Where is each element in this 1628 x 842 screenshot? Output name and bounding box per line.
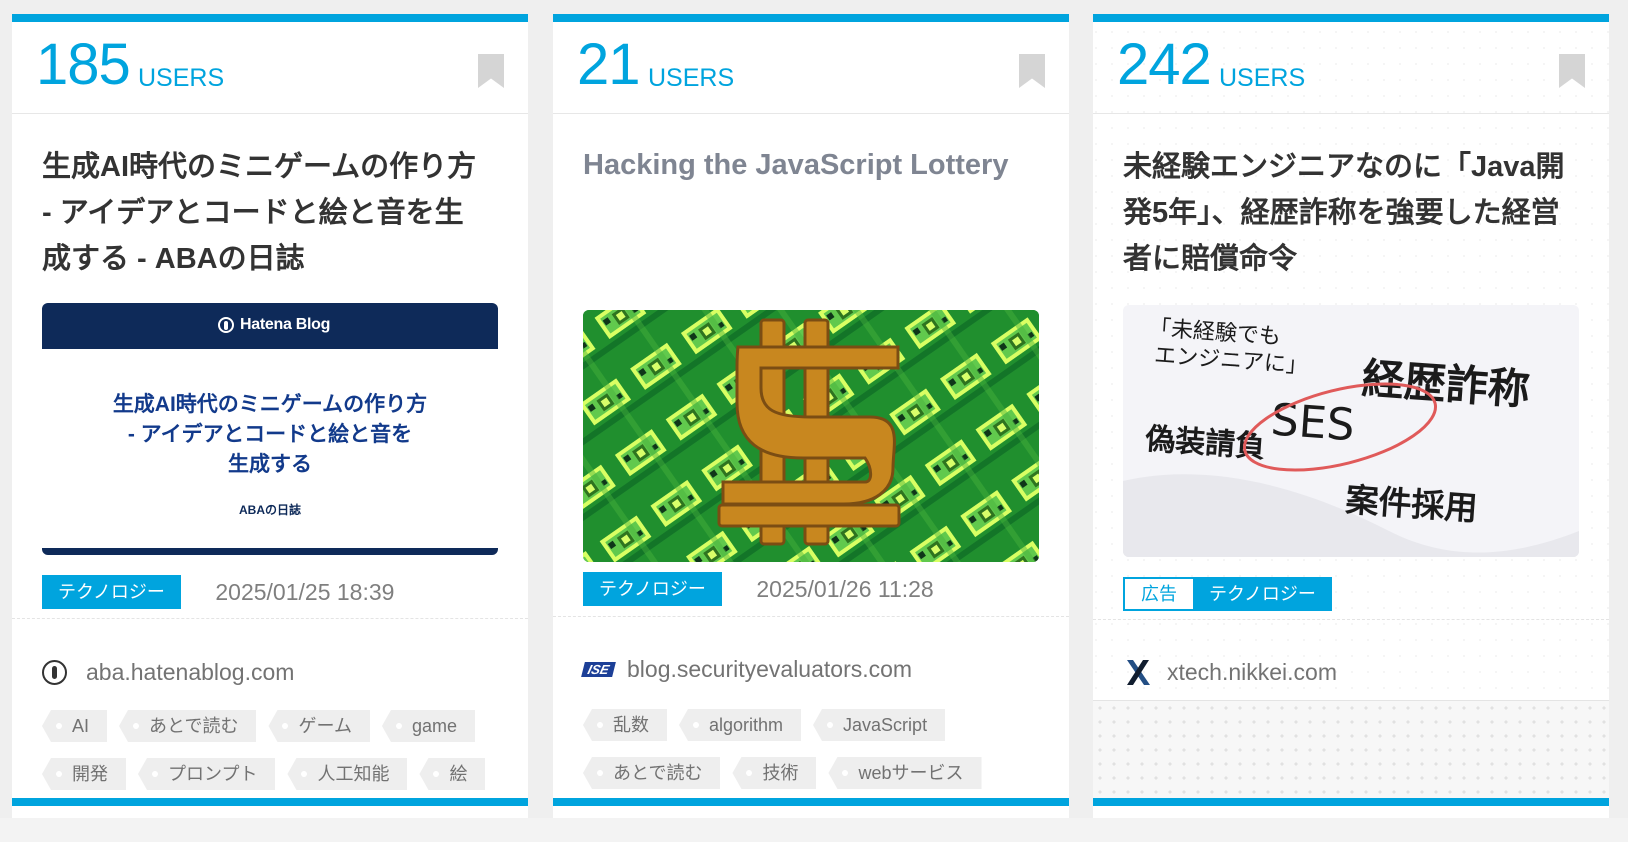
source-domain[interactable]: blog.securityevaluators.com: [627, 654, 912, 684]
tag[interactable]: 技術: [732, 757, 817, 789]
entry-title[interactable]: 未経験エンジニアなのに「Java開発5年」、経歴詐称を強要した経営者に賠償命令: [1123, 144, 1573, 282]
ise-icon: ISE: [581, 662, 616, 677]
entry-thumbnail[interactable]: 「未経験でも エンジニアに」 経歴詐称 SES 偽装請負 案件採用: [1123, 305, 1579, 557]
page-footer-background: [0, 818, 1628, 842]
category-badge[interactable]: テクノロジー: [42, 575, 181, 609]
bookmark-summary: 185 USERS: [12, 22, 528, 114]
javascript-lottery-image: [583, 310, 1039, 562]
users-label[interactable]: USERS: [648, 66, 734, 91]
thumbnail-title: 生成AI時代のミニゲームの作り方 - アイデアとコードと絵と音を 生成する: [112, 393, 428, 476]
category-badge[interactable]: テクノロジー: [583, 572, 722, 606]
bookmark-summary: 242 USERS: [1093, 22, 1609, 114]
source-row[interactable]: xtech.nikkei.com: [1123, 655, 1579, 691]
tag[interactable]: JavaScript: [813, 709, 946, 741]
tag[interactable]: プロンプト: [138, 758, 276, 790]
tag[interactable]: 人工知能: [287, 758, 408, 790]
entry-card[interactable]: 21 USERS Hacking the JavaScript Lottery: [553, 14, 1069, 842]
entry-title[interactable]: Hacking the JavaScript Lottery: [583, 142, 1043, 188]
entry-card[interactable]: 185 USERS 生成AI時代のミニゲームの作り方 - アイデアとコードと絵と…: [12, 14, 528, 842]
entry-meta: 広告 テクノロジー: [1123, 577, 1579, 611]
source-row[interactable]: ISE blog.securityevaluators.com: [581, 652, 1039, 688]
category-badge[interactable]: テクノロジー: [1193, 577, 1332, 611]
hatena-blog-icon: [42, 660, 67, 685]
tag[interactable]: webサービス: [828, 757, 982, 789]
entry-meta: テクノロジー 2025/01/25 18:39: [42, 575, 498, 609]
tag[interactable]: あとで読む: [583, 757, 721, 789]
source-domain[interactable]: xtech.nikkei.com: [1167, 657, 1337, 687]
entry-title[interactable]: 生成AI時代のミニゲームの作り方 - アイデアとコードと絵と音を生成する - A…: [42, 144, 492, 282]
tag[interactable]: あとで読む: [119, 710, 257, 742]
hatena-blog-logo-text: Hatena Blog: [240, 316, 331, 333]
entry-meta: テクノロジー 2025/01/26 11:28: [583, 572, 1039, 606]
entry-date: 2025/01/26 11:28: [756, 576, 934, 602]
bookmark-summary: 21 USERS: [553, 22, 1069, 114]
bookmark-icon[interactable]: [478, 54, 504, 88]
ad-badge[interactable]: 広告: [1123, 577, 1195, 611]
tag[interactable]: ゲーム: [268, 710, 370, 742]
tag[interactable]: game: [381, 710, 475, 742]
entry-thumbnail[interactable]: Hatena Blog 生成AI時代のミニゲームの作り方 - アイデアとコードと…: [42, 303, 498, 555]
divider: [12, 618, 528, 619]
tag[interactable]: 絵: [419, 758, 486, 790]
users-count[interactable]: 242: [1117, 36, 1212, 94]
hatena-bookmark-card-grid: 185 USERS 生成AI時代のミニゲームの作り方 - アイデアとコードと絵と…: [0, 0, 1628, 842]
tag[interactable]: algorithm: [679, 709, 802, 741]
tag[interactable]: 開発: [42, 758, 126, 790]
entry-card[interactable]: 242 USERS 未経験エンジニアなのに「Java開発5年」、経歴詐称を強要し…: [1093, 14, 1609, 842]
divider: [553, 616, 1069, 617]
users-label[interactable]: USERS: [138, 66, 224, 91]
bookmark-icon[interactable]: [1019, 54, 1045, 88]
ses-interview-image: 「未経験でも エンジニアに」 経歴詐称 SES 偽装請負 案件採用: [1123, 305, 1579, 557]
entry-thumbnail[interactable]: [583, 310, 1039, 562]
thumbnail-blog-name: ABAの日誌: [239, 503, 301, 517]
thumbnail-text: SES: [1269, 395, 1356, 452]
tag[interactable]: 乱数: [583, 709, 667, 741]
users-label[interactable]: USERS: [1219, 66, 1305, 91]
tag-list: 乱数 algorithm JavaScript あとで読む 技術 webサービス: [583, 709, 1044, 789]
hatena-blog-logo-icon: [218, 317, 234, 333]
hatena-blog-header: Hatena Blog: [42, 303, 498, 349]
tag-list: AI あとで読む ゲーム game 開発 プロンプト 人工知能 絵: [42, 710, 503, 790]
source-row[interactable]: aba.hatenablog.com: [42, 655, 498, 691]
bookmark-icon[interactable]: [1559, 54, 1585, 88]
source-domain[interactable]: aba.hatenablog.com: [86, 657, 294, 687]
users-count[interactable]: 185: [36, 36, 131, 94]
users-count[interactable]: 21: [577, 36, 641, 94]
entry-date: 2025/01/25 18:39: [215, 579, 395, 605]
nikkei-xtech-icon: [1127, 660, 1150, 685]
tag[interactable]: AI: [42, 710, 108, 742]
divider: [1093, 619, 1609, 620]
